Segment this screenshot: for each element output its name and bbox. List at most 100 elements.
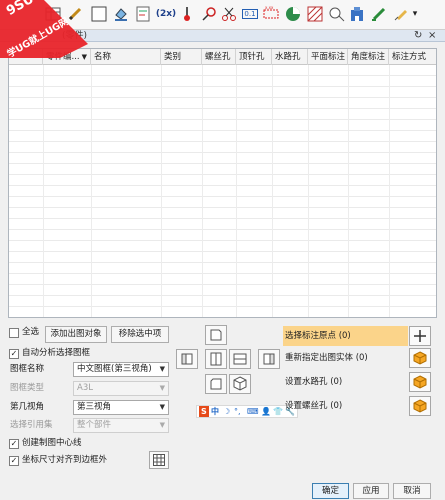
column-header-ejector-hole[interactable]: 顶针孔 — [236, 49, 272, 65]
toolbar-overflow-icon[interactable]: ▾ — [410, 5, 420, 23]
table-row[interactable] — [9, 142, 436, 153]
table-row[interactable] — [9, 296, 436, 307]
table-row[interactable] — [9, 219, 436, 230]
select-all-checkbox[interactable] — [9, 328, 19, 338]
back-view-button[interactable] — [258, 349, 280, 369]
frame-name-select[interactable]: 中文图框(第三视角) — [73, 362, 169, 377]
isometric-cube-icon — [233, 376, 247, 391]
create-center-line-label: 创建制图中心线 — [22, 438, 82, 448]
set-water-hole-option[interactable]: 设置水路孔 (0) — [283, 372, 408, 392]
table-row[interactable] — [9, 76, 436, 87]
table-row[interactable] — [9, 153, 436, 164]
table-row[interactable] — [9, 263, 436, 274]
frame-type-select: A3L — [73, 381, 169, 396]
align-coords-checkbox[interactable]: ✓ — [9, 456, 19, 466]
frame-type-label: 图框类型 — [10, 383, 45, 393]
table-row[interactable] — [9, 98, 436, 109]
close-icon[interactable]: × — [428, 30, 436, 42]
tolerance-frame-icon[interactable]: 0.1 — [240, 5, 260, 23]
iso-view-button[interactable] — [229, 374, 251, 394]
respecify-entity-button[interactable] — [409, 348, 431, 368]
table-settings-button[interactable] — [149, 451, 169, 469]
table-row[interactable] — [9, 208, 436, 219]
front-view-button[interactable] — [205, 349, 227, 369]
cube-icon — [413, 375, 427, 389]
ref-set-select: 整个部件 — [73, 418, 169, 433]
create-center-line-checkbox[interactable]: ✓ — [9, 439, 19, 449]
dashed-box-icon[interactable]: x.xx — [262, 5, 280, 23]
cancel-button[interactable]: 取消 — [393, 483, 431, 499]
section-view-icon[interactable] — [284, 5, 302, 23]
ime-keyboard-icon[interactable]: ⌨ — [247, 406, 259, 417]
rectangle-icon[interactable] — [90, 5, 108, 23]
table-row[interactable] — [9, 186, 436, 197]
weld-symbol-icon[interactable] — [178, 5, 196, 23]
hatch-icon[interactable] — [306, 5, 324, 23]
watermark-badge: 9SUG 学UG就上UG网 — [0, 0, 88, 60]
table-row[interactable] — [9, 307, 436, 317]
table-row[interactable] — [9, 65, 436, 76]
select-dim-origin-option[interactable]: 选择标注原点 (0) — [283, 326, 408, 346]
column-divider — [348, 65, 349, 317]
paint-bucket-icon[interactable] — [112, 5, 130, 23]
pin-icon[interactable] — [392, 5, 410, 23]
ime-logo-icon[interactable]: S — [199, 406, 209, 417]
table-row[interactable] — [9, 109, 436, 120]
plus-icon — [414, 330, 426, 342]
building-icon[interactable] — [348, 5, 366, 23]
set-screw-hole-option[interactable]: 设置螺丝孔 (0) — [283, 396, 408, 416]
table-row[interactable] — [9, 87, 436, 98]
svg-text:x.xx: x.xx — [265, 6, 274, 10]
column-header-name[interactable]: 名称 — [91, 49, 161, 65]
back-view-icon — [263, 353, 275, 365]
view-angle-select[interactable]: 第三视角 — [73, 400, 169, 415]
table-row[interactable] — [9, 252, 436, 263]
column-header-dim-method[interactable]: 标注方式 — [389, 49, 436, 65]
table-row[interactable] — [9, 230, 436, 241]
ime-punctuation-icon[interactable]: °, — [234, 406, 241, 417]
ime-user-icon[interactable]: 👤 — [261, 406, 271, 417]
column-divider — [389, 65, 390, 317]
column-header-category[interactable]: 类别 — [161, 49, 202, 65]
cube-icon — [413, 399, 427, 413]
remove-item-button[interactable]: 移除选中项 — [111, 326, 169, 343]
ime-skin-icon[interactable]: 👕 — [273, 406, 283, 417]
respecify-entity-option[interactable]: 重新指定出图实体 (0) — [283, 348, 408, 368]
table-row[interactable] — [9, 175, 436, 186]
add-object-button[interactable]: 添加出图对象 — [45, 326, 107, 343]
bottom-view-button[interactable] — [205, 374, 227, 394]
key-icon[interactable] — [200, 5, 218, 23]
brush-icon[interactable] — [370, 5, 388, 23]
table-row[interactable] — [9, 285, 436, 296]
table-row[interactable] — [9, 131, 436, 142]
set-water-hole-button[interactable] — [409, 372, 431, 392]
parts-table[interactable]: 零件编... 名称 类别 螺丝孔 顶针孔 水路孔 平面标注 角度标注 标注方式 — [8, 48, 437, 318]
balloon-icon[interactable] — [328, 5, 346, 23]
reset-icon[interactable]: ↻ — [414, 30, 422, 42]
auto-analyze-checkbox[interactable]: ✓ — [9, 349, 19, 359]
column-header-water-hole[interactable]: 水路孔 — [272, 49, 308, 65]
column-header-angle-dim[interactable]: 角度标注 — [348, 49, 389, 65]
table-row[interactable] — [9, 197, 436, 208]
auto-analyze-label: 自动分析选择图框 — [22, 348, 91, 358]
ok-button[interactable]: 确定 — [312, 483, 349, 499]
scissors-icon[interactable] — [220, 5, 238, 23]
dimension-icon[interactable] — [134, 5, 152, 23]
align-coords-label: 坐标尺寸对齐到边框外 — [22, 455, 108, 465]
table-row[interactable] — [9, 120, 436, 131]
set-screw-hole-button[interactable] — [409, 396, 431, 416]
table-row[interactable] — [9, 241, 436, 252]
apply-button[interactable]: 应用 — [353, 483, 389, 499]
table-row[interactable] — [9, 164, 436, 175]
add-origin-button[interactable] — [409, 326, 431, 346]
table-settings-icon — [153, 454, 165, 466]
right-view-button[interactable] — [229, 349, 251, 369]
top-view-button[interactable] — [205, 325, 227, 345]
column-header-plane-dim[interactable]: 平面标注 — [308, 49, 348, 65]
left-view-button[interactable] — [176, 349, 198, 369]
ime-chinese-icon[interactable]: 中 — [211, 406, 219, 417]
table-row[interactable] — [9, 274, 436, 285]
ime-moon-icon[interactable]: ☽ — [223, 406, 230, 417]
text-2x-icon[interactable]: (2x) — [154, 5, 178, 23]
column-header-screw-hole[interactable]: 螺丝孔 — [202, 49, 236, 65]
